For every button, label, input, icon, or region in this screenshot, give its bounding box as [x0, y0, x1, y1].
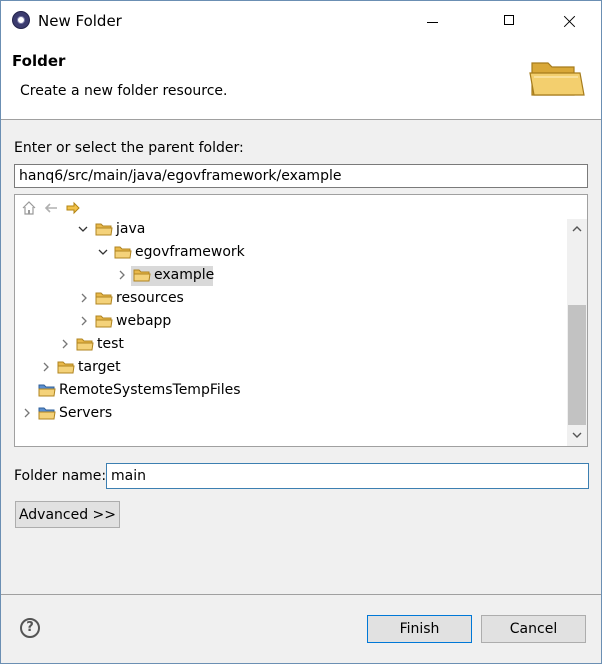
- folder-name-input[interactable]: [106, 463, 589, 489]
- folder-icon: [95, 315, 113, 328]
- scroll-thumb[interactable]: [568, 305, 586, 425]
- tree-scrollbar[interactable]: [567, 219, 587, 446]
- folder-tree: java egovframework example resources web…: [14, 194, 588, 447]
- tree-item-label: java: [116, 221, 146, 237]
- tree-item-resources[interactable]: resources: [15, 288, 555, 309]
- folder-icon: [76, 338, 94, 351]
- folder-icon: [133, 269, 151, 282]
- project-icon: [38, 407, 56, 420]
- folder-name-label: Folder name:: [14, 468, 107, 484]
- chevron-right-icon[interactable]: [78, 311, 90, 332]
- maximize-button[interactable]: [486, 1, 532, 43]
- parent-folder-label: Enter or select the parent folder:: [14, 140, 244, 156]
- scroll-down-icon[interactable]: [567, 427, 587, 443]
- parent-folder-input[interactable]: [14, 164, 588, 188]
- wizard-banner: Folder Create a new folder resource.: [1, 43, 601, 120]
- tree-item-label: test: [97, 336, 124, 352]
- chevron-down-icon[interactable]: [97, 242, 109, 263]
- tree-item-java[interactable]: java: [15, 219, 555, 240]
- eclipse-icon: [12, 11, 30, 29]
- minimize-button[interactable]: [417, 1, 463, 43]
- help-icon[interactable]: ?: [20, 618, 40, 638]
- tree-item-egovframework[interactable]: egovframework: [15, 242, 555, 263]
- tree-item-servers[interactable]: Servers: [15, 403, 555, 424]
- tree-item-label: target: [78, 359, 121, 375]
- close-button[interactable]: [546, 1, 592, 43]
- folder-icon: [95, 292, 113, 305]
- tree-item-test[interactable]: test: [15, 334, 555, 355]
- tree-item-example[interactable]: example: [15, 265, 555, 286]
- title-bar: New Folder: [1, 1, 601, 43]
- tree-item-webapp[interactable]: webapp: [15, 311, 555, 332]
- tree-item-label: Servers: [59, 405, 113, 421]
- tree-item-label: resources: [116, 290, 184, 306]
- chevron-right-icon[interactable]: [40, 357, 52, 378]
- folder-icon: [114, 246, 132, 259]
- tree-item-label: RemoteSystemsTempFiles: [59, 382, 241, 398]
- open-folder-icon: [529, 62, 585, 96]
- finish-button[interactable]: Finish: [367, 615, 472, 643]
- tree-item-label: webapp: [116, 313, 172, 329]
- advanced-button[interactable]: Advanced >>: [15, 501, 120, 528]
- footer-separator: [1, 594, 601, 595]
- chevron-right-icon[interactable]: [116, 265, 128, 286]
- home-icon[interactable]: [21, 200, 37, 216]
- tree-item-label: egovframework: [135, 244, 245, 260]
- folder-icon: [95, 223, 113, 236]
- project-icon: [38, 384, 56, 397]
- forward-arrow-icon[interactable]: [65, 200, 81, 216]
- chevron-right-icon[interactable]: [78, 288, 90, 309]
- new-folder-dialog: New Folder Folder Create a new folder re…: [0, 0, 602, 664]
- tree-item-remotesystemstempfiles[interactable]: RemoteSystemsTempFiles: [15, 380, 555, 401]
- tree-item-label: example: [154, 267, 215, 283]
- folder-icon: [57, 361, 75, 374]
- chevron-right-icon[interactable]: [21, 403, 33, 424]
- back-arrow-icon[interactable]: [43, 200, 59, 216]
- banner-title: Folder: [12, 52, 66, 70]
- scroll-up-icon[interactable]: [567, 221, 587, 237]
- chevron-right-icon[interactable]: [59, 334, 71, 355]
- banner-description: Create a new folder resource.: [20, 83, 228, 99]
- tree-item-target[interactable]: target: [15, 357, 555, 378]
- chevron-down-icon[interactable]: [77, 219, 89, 240]
- cancel-button[interactable]: Cancel: [481, 615, 586, 643]
- window-title: New Folder: [38, 12, 122, 30]
